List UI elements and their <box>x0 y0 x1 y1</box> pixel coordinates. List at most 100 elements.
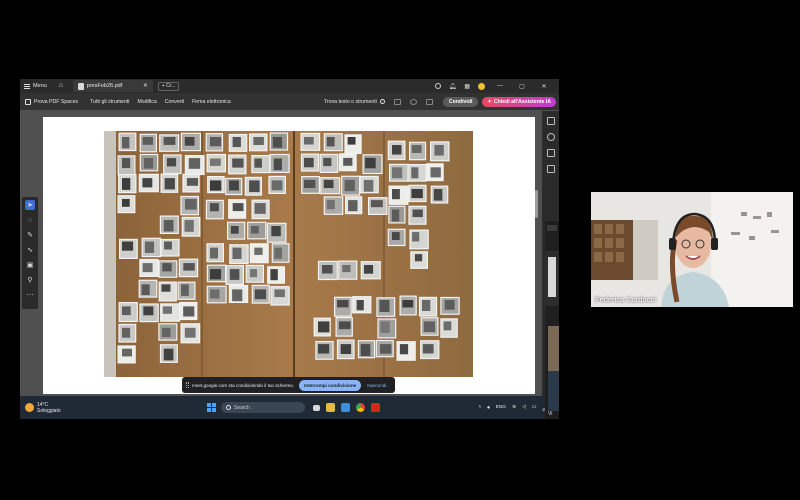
weather-condition: Soleggiato <box>37 407 61 414</box>
panel-pages-icon[interactable] <box>546 165 555 173</box>
photo-subject <box>162 263 172 272</box>
participant-video-tile[interactable]: Federica Carducci <box>591 192 793 307</box>
home-icon[interactable]: ⌂ <box>59 82 67 90</box>
tool-all-tools[interactable]: Tutti gli strumenti <box>90 99 129 105</box>
select-cursor-icon[interactable]: ➤ <box>25 200 35 210</box>
lasso-icon[interactable]: ∿ <box>25 245 35 255</box>
photo-subject <box>402 300 414 308</box>
photo-subject <box>251 226 259 234</box>
more-tools-icon[interactable]: ⋯ <box>25 290 35 300</box>
print-icon[interactable] <box>425 98 433 105</box>
close-window-icon[interactable]: ✕ <box>537 83 551 90</box>
stop-sharing-button[interactable]: Interrompi condivisione <box>299 379 362 391</box>
photo-subject <box>210 289 220 299</box>
text-box-icon[interactable]: ▣ <box>25 260 35 270</box>
photo-subject <box>122 348 132 357</box>
photo-subject <box>356 300 364 311</box>
weather-widget[interactable]: 14°C Soleggiato <box>25 402 75 414</box>
second-shared-screen: Vi <box>545 221 559 419</box>
find-label: Trova testo o strumenti <box>323 98 377 105</box>
pen-icon[interactable]: ✎ <box>25 230 35 240</box>
share-button[interactable]: Condividi <box>442 96 479 107</box>
photo-subject <box>210 158 221 166</box>
photo-subject <box>272 137 283 148</box>
comment-icon[interactable]: ◌ <box>25 215 35 225</box>
chevron-up-icon[interactable]: ˄ <box>478 405 481 410</box>
shared-screen: Menu ⌂ presFeb26.pdf ✕ + Cr... 🔔︎ ▦ — ▢ <box>20 79 559 419</box>
panel-bookmark-icon[interactable] <box>546 149 555 157</box>
upload-icon[interactable] <box>409 98 417 105</box>
document-tab[interactable]: presFeb26.pdf ✕ <box>72 80 153 92</box>
apps-grid-icon[interactable]: ▦ <box>464 83 470 90</box>
battery-icon[interactable]: ▭ <box>532 405 537 410</box>
vertical-scrollbar[interactable] <box>535 190 538 218</box>
find-text-tools[interactable]: Trova testo o strumenti <box>324 99 385 105</box>
edge-browser-icon[interactable] <box>341 403 350 412</box>
photo-subject <box>122 241 134 251</box>
help-icon[interactable] <box>434 83 441 89</box>
participant-video-feed <box>591 192 793 307</box>
photo-subject <box>249 180 260 193</box>
photo-subject <box>232 289 243 302</box>
sparkle-icon: ✦ <box>487 98 492 105</box>
photo-subject <box>184 220 194 232</box>
quick-tools-rail: ➤ ◌ ✎ ∿ ▣ ⚲ ⋯ <box>22 197 38 309</box>
photo-subject <box>163 220 174 232</box>
input-language[interactable]: ENG <box>496 405 506 410</box>
photo-subject <box>122 199 130 207</box>
photo-subject <box>412 209 423 218</box>
hide-banner-button[interactable]: Nascondi <box>367 383 386 388</box>
chrome-browser-icon[interactable] <box>356 403 365 412</box>
spaces-icon <box>25 98 31 105</box>
photo-subject <box>143 306 154 316</box>
stamp-icon[interactable]: ⚲ <box>25 275 35 285</box>
document-tab-label: presFeb26.pdf <box>86 83 123 89</box>
wifi-icon[interactable]: ≋ <box>512 405 516 410</box>
drag-handle-icon[interactable] <box>186 382 189 388</box>
pdf-spaces-button[interactable]: Prova PDF Spaces <box>25 98 78 105</box>
account-avatar-icon[interactable] <box>478 82 485 90</box>
bell-icon[interactable]: 🔔︎ <box>449 83 457 90</box>
photo-subject <box>163 348 174 361</box>
hamburger-icon <box>24 83 30 89</box>
photo-subject <box>322 265 333 274</box>
photo-subject <box>342 265 351 273</box>
acrobat-app-icon[interactable] <box>371 403 380 412</box>
tool-convert[interactable]: Converti <box>165 99 184 105</box>
photo-subject <box>210 137 222 147</box>
close-tab-icon[interactable]: ✕ <box>143 83 148 89</box>
menu-button[interactable]: Menu <box>20 79 53 93</box>
photo-subject <box>360 344 371 356</box>
search-icon <box>226 405 231 410</box>
microphone-icon[interactable]: ⏺ <box>487 405 489 411</box>
photo-subject <box>181 284 189 296</box>
photo-subject <box>273 158 282 171</box>
maximize-icon[interactable]: ▢ <box>515 83 529 90</box>
tool-e-sign[interactable]: Firma elettronica <box>192 99 231 105</box>
taskbar-search[interactable]: Search <box>221 402 305 413</box>
save-icon[interactable] <box>393 98 401 105</box>
menu-label: Menu <box>33 83 47 89</box>
photo-subject <box>122 137 130 149</box>
photo-subject <box>430 167 441 178</box>
volume-icon[interactable]: ◁ <box>522 405 526 410</box>
panel-comment-icon[interactable] <box>546 133 555 141</box>
photo-subject <box>411 167 419 179</box>
photo-subject <box>323 179 334 189</box>
photo-subject <box>274 289 285 298</box>
ai-assistant-button[interactable]: ✦ Chiedi all'Assistente IA <box>482 96 556 107</box>
photo-subject <box>188 158 201 169</box>
file-explorer-icon[interactable] <box>326 403 335 412</box>
tool-edit[interactable]: Modifica <box>137 99 156 105</box>
minimize-icon[interactable]: — <box>493 83 507 89</box>
photo-subject <box>229 180 239 191</box>
photo-subject <box>229 269 240 280</box>
panel-edit-icon[interactable] <box>546 117 555 125</box>
create-tab-button[interactable]: + Cr... <box>157 81 180 91</box>
windows-start-icon[interactable] <box>207 403 216 412</box>
photo-subject <box>443 321 452 331</box>
photo-subject <box>364 265 374 274</box>
photo-subject <box>164 241 172 250</box>
pdf-file-icon <box>77 82 84 90</box>
task-view-icon[interactable] <box>313 404 320 411</box>
